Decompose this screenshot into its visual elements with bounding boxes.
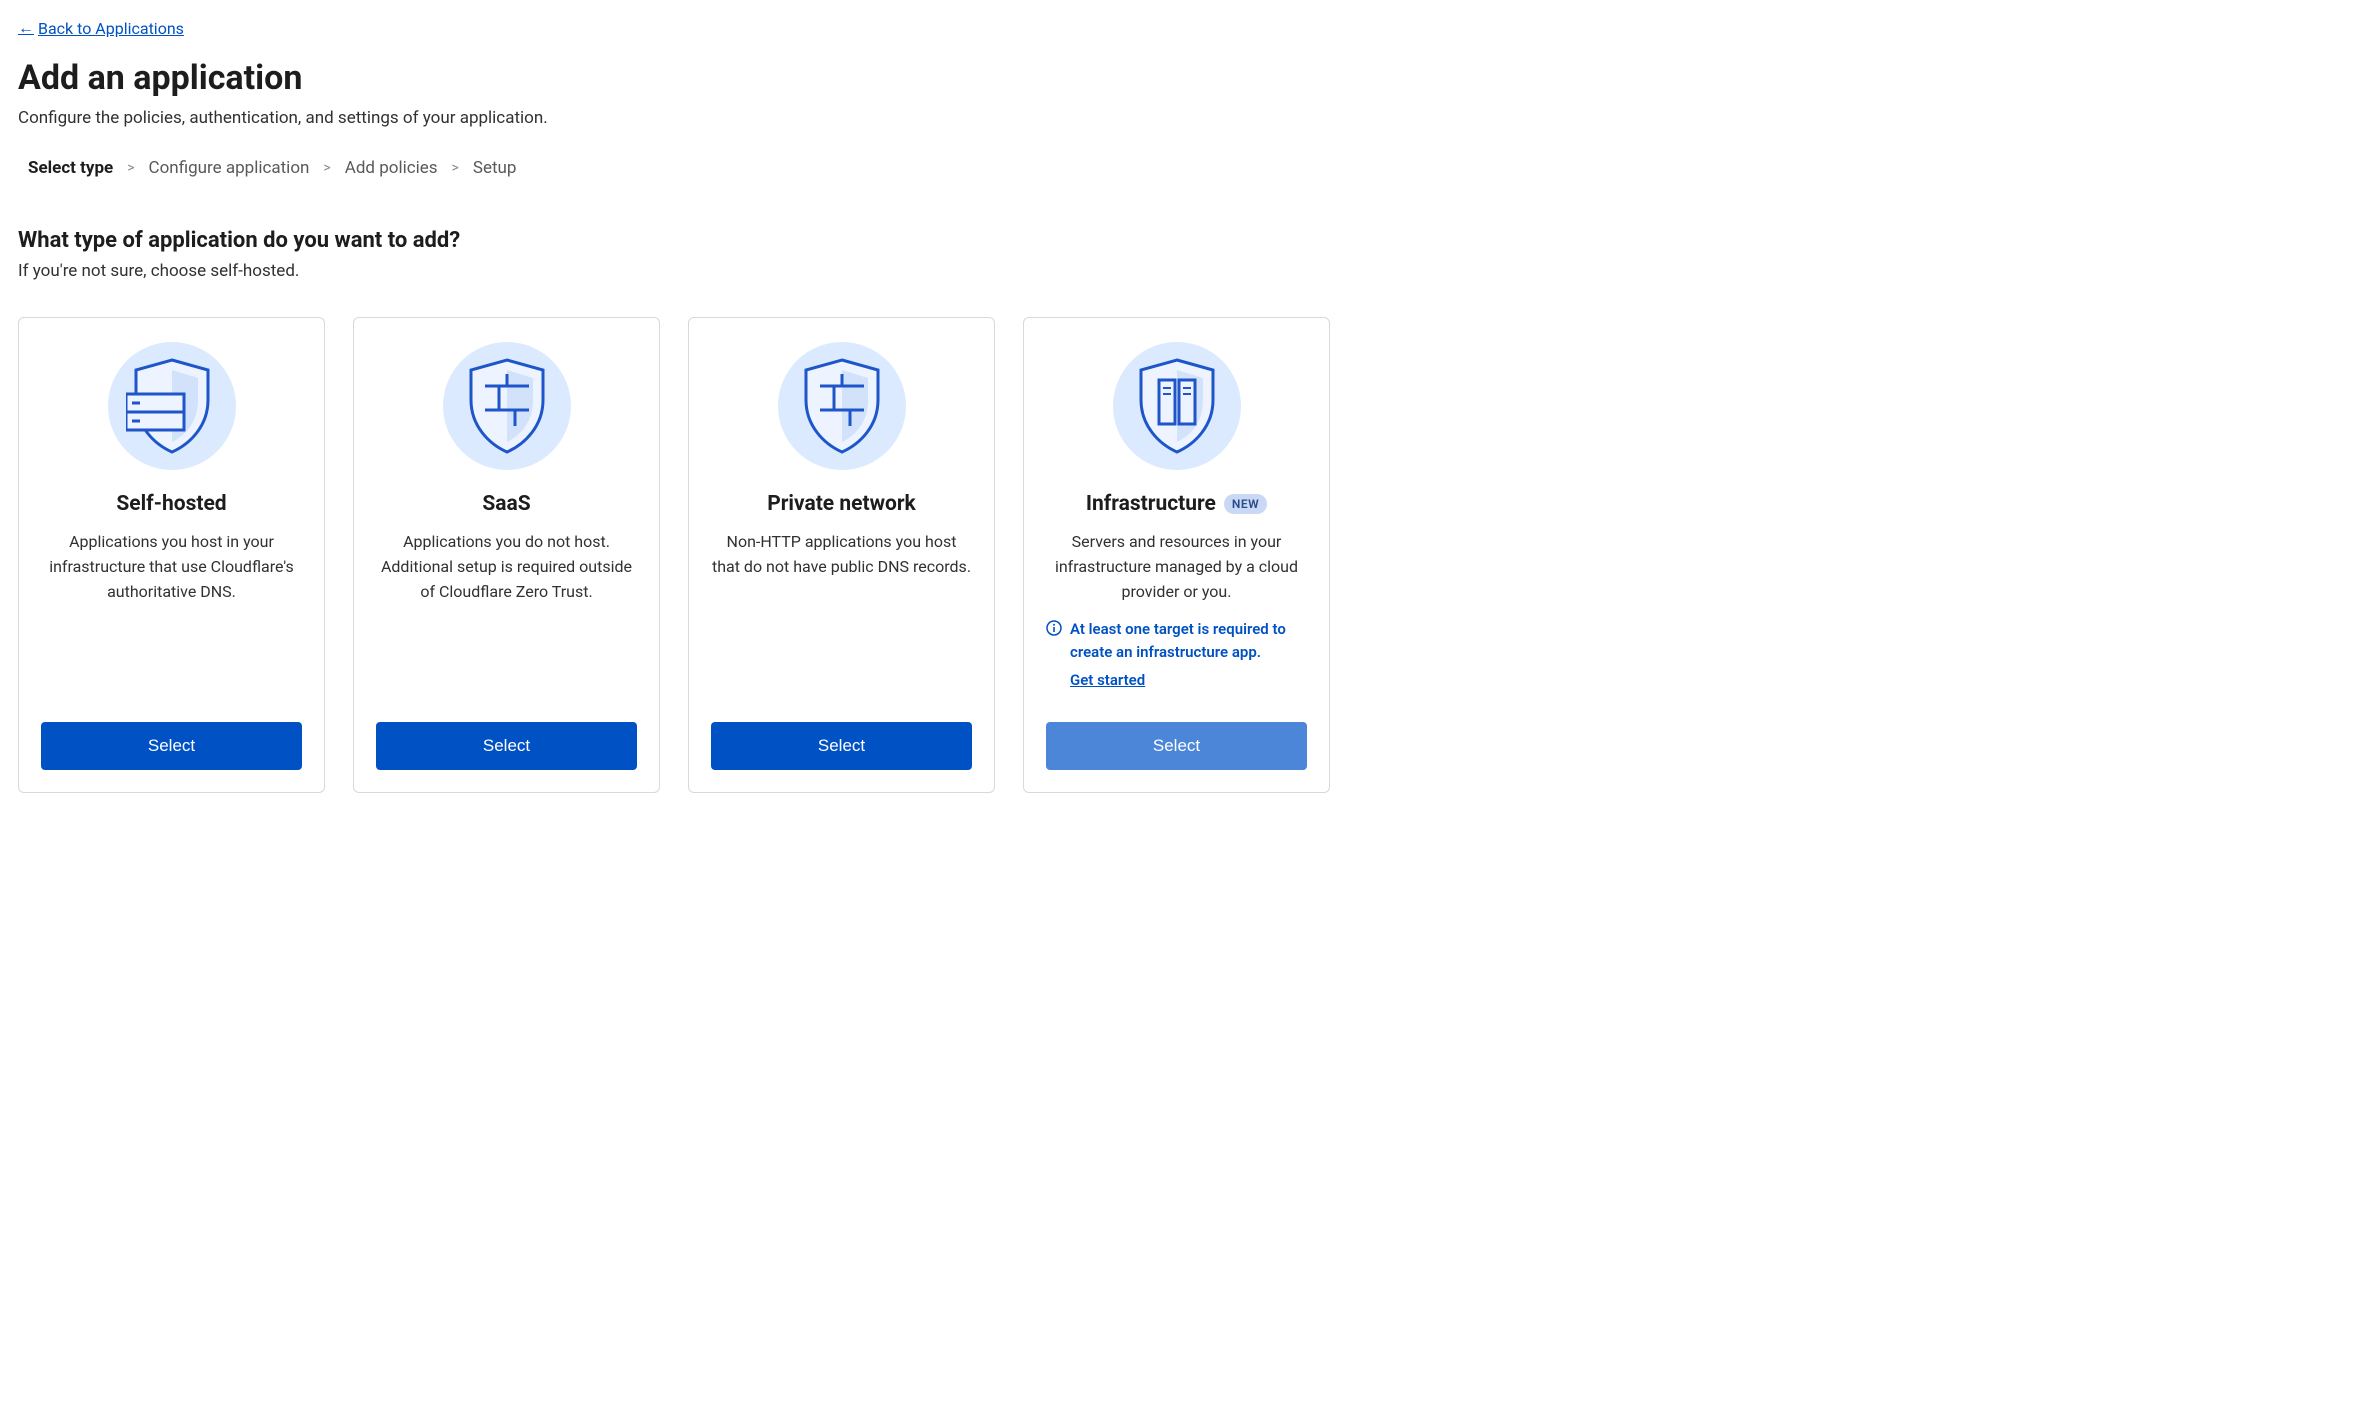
card-self-hosted: Self-hosted Applications you host in you… [18,317,325,793]
card-description: Applications you do not host. Additional… [376,530,637,604]
info-icon [1046,620,1062,636]
breadcrumb-separator: > [323,160,330,176]
saas-shield-icon [443,342,571,470]
breadcrumb-step-add-policies[interactable]: Add policies [345,158,438,178]
select-self-hosted-button[interactable]: Select [41,722,302,770]
infrastructure-shield-icon [1113,342,1241,470]
application-type-cards: Self-hosted Applications you host in you… [18,317,2340,793]
back-link-label: Back to Applications [38,19,184,38]
breadcrumb-step-setup[interactable]: Setup [473,158,517,178]
card-title: Self-hosted [116,492,226,516]
notice-text: At least one target is required to creat… [1070,620,1286,661]
section-title: What type of application do you want to … [18,228,2340,253]
select-private-network-button[interactable]: Select [711,722,972,770]
get-started-link[interactable]: Get started [1070,669,1145,692]
page-title: Add an application [18,58,2340,98]
card-title: Private network [767,492,916,516]
card-infrastructure: Infrastructure NEW Servers and resources… [1023,317,1330,793]
card-private-network: Private network Non-HTTP applications yo… [688,317,995,793]
breadcrumb-step-configure-application[interactable]: Configure application [149,158,310,178]
select-infrastructure-button[interactable]: Select [1046,722,1307,770]
card-saas: SaaS Applications you do not host. Addit… [353,317,660,793]
card-description: Non-HTTP applications you host that do n… [711,530,972,580]
private-network-shield-icon [778,342,906,470]
infrastructure-notice: At least one target is required to creat… [1046,618,1307,692]
card-description: Applications you host in your infrastruc… [41,530,302,604]
breadcrumb-separator: > [452,160,459,176]
section-hint: If you're not sure, choose self-hosted. [18,261,2340,281]
card-title: Infrastructure [1086,492,1216,516]
card-description: Servers and resources in your infrastruc… [1046,530,1307,604]
breadcrumb-step-select-type[interactable]: Select type [28,158,113,178]
card-title: SaaS [482,492,530,516]
select-saas-button[interactable]: Select [376,722,637,770]
new-badge: NEW [1224,494,1267,514]
page-subtitle: Configure the policies, authentication, … [18,108,2340,128]
arrow-left-icon: ← [18,18,34,38]
self-hosted-shield-icon [108,342,236,470]
back-to-applications-link[interactable]: ← Back to Applications [18,18,184,38]
breadcrumb-separator: > [127,160,134,176]
breadcrumb: Select type > Configure application > Ad… [28,158,2340,178]
